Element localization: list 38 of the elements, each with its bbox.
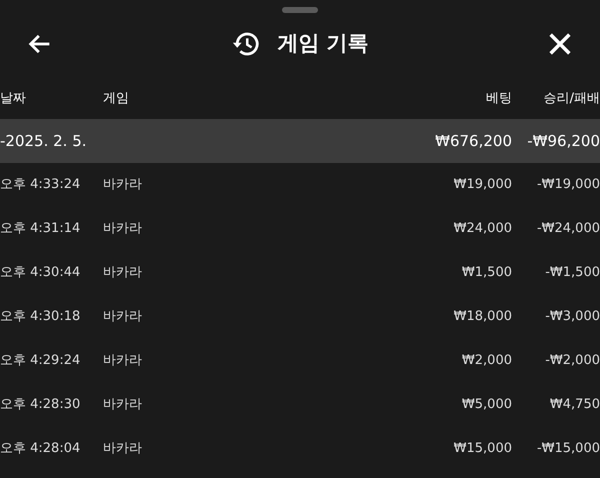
time-cell-text: 오후 4:31:14 — [0, 220, 82, 238]
game-cell-text: 바카라 — [103, 308, 143, 326]
result-cell-text: -₩2,000 — [544, 352, 600, 370]
game-cell-text: 바카라 — [103, 352, 143, 370]
result-cell-text: -₩3,000 — [544, 308, 600, 326]
time-cell-text: 오후 4:28:04 — [0, 440, 82, 458]
game-cell-text: 바카라 — [103, 396, 143, 414]
game-cell-text: 바카라 — [103, 264, 143, 282]
time-cell-text: 오후 4:33:24 — [0, 176, 82, 194]
bet-cell-text: ₩15,000 — [452, 440, 513, 458]
group-bet-total: ₩676,200 — [434, 130, 513, 152]
game-cell-text: 바카라 — [103, 440, 143, 458]
time-cell-text: 오후 4:30:44 — [0, 264, 82, 282]
group-date: -2025. 2. 5. — [0, 130, 88, 152]
bet-cell-text: ₩5,000 — [460, 396, 513, 414]
bet-cell-text: ₩2,000 — [460, 352, 513, 370]
time-cell-text: 오후 4:30:18 — [0, 308, 82, 326]
date-group-row[interactable]: -2025. 2. 5. ₩676,200 -₩96,200 — [0, 119, 600, 163]
column-header: 날짜 — [0, 90, 27, 108]
drag-handle[interactable] — [282, 7, 318, 13]
result-cell-text: -₩24,000 — [536, 220, 600, 238]
bet-cell-text: ₩24,000 — [452, 220, 513, 238]
bet-cell-text: ₩19,000 — [452, 176, 513, 194]
group-result-total: -₩96,200 — [526, 130, 600, 152]
column-header: 베팅 — [485, 90, 513, 108]
time-cell-text: 오후 4:29:24 — [0, 352, 82, 370]
column-header: 승리/패배 — [542, 90, 600, 108]
window-title: 게임 기록 — [277, 30, 369, 58]
game-cell-text: 바카라 — [103, 220, 143, 238]
result-cell-text: -₩19,000 — [536, 176, 600, 194]
result-cell-text: -₩15,000 — [536, 440, 600, 458]
bet-cell-text: ₩1,500 — [460, 264, 513, 282]
column-header: 게임 — [103, 90, 130, 108]
result-cell-text: -₩1,500 — [544, 264, 600, 282]
game-cell-text: 바카라 — [103, 176, 143, 194]
time-cell-text: 오후 4:28:30 — [0, 396, 82, 414]
bet-cell-text: ₩18,000 — [452, 308, 513, 326]
result-cell-text: ₩4,750 — [548, 396, 600, 414]
